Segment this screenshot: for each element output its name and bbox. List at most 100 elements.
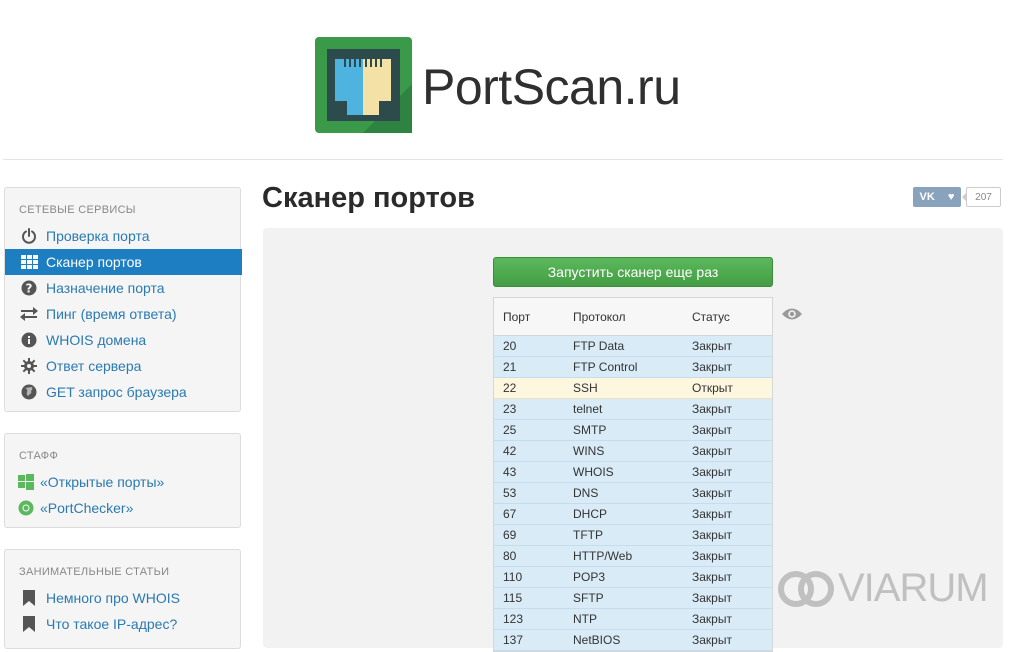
port-cell: 115 xyxy=(503,591,523,605)
protocol-cell: FTP Data xyxy=(573,339,625,353)
table-row: 21 FTP Control Закрыт xyxy=(494,357,772,378)
port-cell: 137 xyxy=(503,633,524,647)
gear-icon xyxy=(18,357,40,375)
protocol-cell: SFTP xyxy=(573,591,604,605)
status-cell: Закрыт xyxy=(692,444,732,458)
table-row: 67 DHCP Закрыт xyxy=(494,504,772,525)
port-cell: 53 xyxy=(503,486,517,500)
table-body: 20 FTP Data Закрыт 21 FTP Control Закрыт 22 SSH… xyxy=(494,336,772,651)
protocol-cell: HTTP/Web xyxy=(573,549,633,563)
status-cell: Закрыт xyxy=(692,402,732,416)
grid-icon xyxy=(18,253,40,271)
sidebar-item-port-scanner[interactable]: Сканер портов xyxy=(5,249,242,275)
share-count: 207 xyxy=(962,187,1001,207)
sidebar-item-label: Пинг (время ответа) xyxy=(46,306,177,322)
site-brand[interactable]: PortScan.ru xyxy=(422,56,681,118)
port-cell: 80 xyxy=(503,549,517,563)
port-cell: 20 xyxy=(503,339,517,353)
question-icon: ? xyxy=(18,279,40,297)
sidebar-network-services: СЕТЕВЫЕ СЕРВИСЫ Проверка порта Сканер по… xyxy=(4,187,242,412)
protocol-cell: DNS xyxy=(573,486,599,500)
port-cell: 110 xyxy=(503,570,523,584)
table-row: 23 telnet Закрыт xyxy=(494,399,772,420)
status-cell: Закрыт xyxy=(692,591,732,605)
sidebar-item-port-purpose[interactable]: ? Назначение порта xyxy=(5,275,242,301)
status-cell: Закрыт xyxy=(692,549,732,563)
table-row: 20 FTP Data Закрыт xyxy=(494,336,772,357)
share-widget: VK ♥ 207 xyxy=(913,187,1001,207)
port-cell: 69 xyxy=(503,528,517,542)
protocol-cell: SSH xyxy=(573,381,598,395)
sidebar-item-ping[interactable]: Пинг (время ответа) xyxy=(5,301,242,327)
status-cell: Закрыт xyxy=(692,423,732,437)
sidebar-item-article-ip[interactable]: Что такое IP-адрес? xyxy=(5,611,242,637)
ethernet-port-icon xyxy=(315,37,412,133)
table-row: 110 POP3 Закрыт xyxy=(494,567,772,588)
table-row: 137 NetBIOS Закрыт xyxy=(494,630,772,651)
header-protocol: Протокол xyxy=(573,309,626,324)
header-status: Статус xyxy=(692,309,730,324)
page-title: Сканер портов xyxy=(262,182,475,214)
status-cell: Закрыт xyxy=(692,507,732,521)
protocol-cell: WINS xyxy=(573,444,605,458)
status-cell: Закрыт xyxy=(692,486,732,500)
protocol-cell: SMTP xyxy=(573,423,607,437)
protocol-cell: NTP xyxy=(573,612,597,626)
chrome-icon xyxy=(16,499,36,517)
status-cell: Закрыт xyxy=(692,528,732,542)
port-cell: 42 xyxy=(503,444,517,458)
power-icon xyxy=(18,227,40,245)
table-header: Порт Протокол Статус xyxy=(494,298,772,336)
protocol-cell: TFTP xyxy=(573,528,603,542)
sidebar-item-whois[interactable]: WHOIS домена xyxy=(5,327,242,353)
table-row: 123 NTP Закрыт xyxy=(494,609,772,630)
status-cell: Закрыт xyxy=(692,633,732,647)
protocol-cell: FTP Control xyxy=(573,360,638,374)
sidebar-item-get-request[interactable]: GET запрос браузера xyxy=(5,379,242,405)
table-row: 42 WINS Закрыт xyxy=(494,441,772,462)
status-cell: Закрыт xyxy=(692,465,732,479)
table-row: 53 DNS Закрыт xyxy=(494,483,772,504)
bookmark-icon xyxy=(18,615,40,633)
sidebar-item-label: «PortChecker» xyxy=(40,500,134,516)
protocol-cell: WHOIS xyxy=(573,465,614,479)
ports-table: Порт Протокол Статус 20 FTP Data Закрыт 21 F… xyxy=(493,297,773,652)
sidebar-item-label: WHOIS домена xyxy=(46,332,147,348)
sidebar-item-label: Сканер портов xyxy=(46,254,142,270)
sidebar-item-article-whois[interactable]: Немного про WHOIS xyxy=(5,585,242,611)
protocol-cell: DHCP xyxy=(573,507,608,521)
eye-icon[interactable] xyxy=(782,307,802,321)
port-cell: 25 xyxy=(503,423,517,437)
sidebar-staff: СТАФФ «Открытые порты» «PortChecker» xyxy=(4,433,241,528)
exchange-arrows-icon xyxy=(18,305,40,323)
table-row: 80 HTTP/Web Закрыт xyxy=(494,546,772,567)
port-cell: 22 xyxy=(503,381,517,395)
sidebar-item-open-ports[interactable]: «Открытые порты» xyxy=(5,469,242,495)
globe-icon xyxy=(18,383,40,401)
protocol-cell: telnet xyxy=(573,402,603,416)
port-cell: 43 xyxy=(503,465,517,479)
section-title: СТАФФ xyxy=(19,450,59,462)
header-divider xyxy=(3,159,1003,160)
status-cell: Открыт xyxy=(692,381,733,395)
sidebar-item-label: Проверка порта xyxy=(46,228,150,244)
sidebar-item-label: Назначение порта xyxy=(46,280,165,296)
info-icon xyxy=(18,331,40,349)
watermark-logo-icon xyxy=(778,570,834,607)
watermark: VIARUM xyxy=(776,566,989,611)
header-port: Порт xyxy=(503,309,531,324)
sidebar-item-label: Немного про WHOIS xyxy=(46,590,180,606)
status-cell: Закрыт xyxy=(692,360,732,374)
sidebar-item-port-check[interactable]: Проверка порта xyxy=(5,223,242,249)
table-row: 115 SFTP Закрыт xyxy=(494,588,772,609)
port-cell: 23 xyxy=(503,402,517,416)
windows-icon xyxy=(16,473,36,491)
run-scanner-again-button[interactable]: Запустить сканер еще раз xyxy=(493,257,773,287)
watermark-text: VIARUM xyxy=(838,566,989,610)
table-row: 22 SSH Открыт xyxy=(494,378,772,399)
sidebar-item-portchecker[interactable]: «PortChecker» xyxy=(5,495,242,521)
bookmark-icon xyxy=(18,589,40,607)
sidebar-item-label: «Открытые порты» xyxy=(40,474,165,490)
vk-share-button[interactable]: VK ♥ xyxy=(913,187,961,207)
sidebar-item-server-response[interactable]: Ответ сервера xyxy=(5,353,242,379)
